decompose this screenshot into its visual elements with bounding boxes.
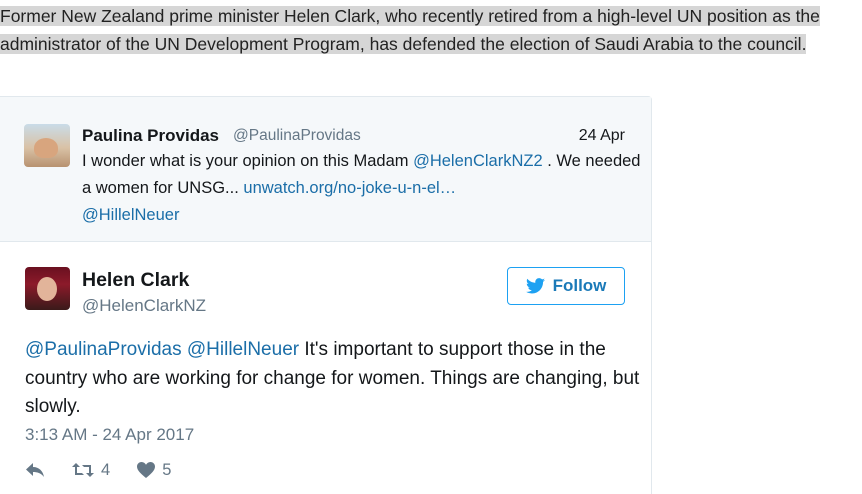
mention-link[interactable]: @HelenClarkNZ2 bbox=[413, 152, 543, 170]
follow-button[interactable]: Follow bbox=[507, 267, 625, 305]
tweet-actions: 4 5 bbox=[25, 459, 171, 481]
twitter-bird-icon bbox=[525, 278, 545, 294]
quoted-tweet-text: I wonder what is your opinion on this Ma… bbox=[82, 148, 642, 229]
author-name[interactable]: Helen Clark bbox=[82, 269, 189, 292]
follow-label: Follow bbox=[552, 276, 607, 295]
author-avatar[interactable] bbox=[25, 267, 70, 310]
mention-link[interactable]: @HillelNeuer bbox=[187, 339, 299, 360]
reply-button[interactable] bbox=[25, 462, 45, 478]
retweet-count: 4 bbox=[101, 460, 111, 479]
reply-icon bbox=[26, 463, 44, 477]
quoted-author-name[interactable]: Paulina Providas bbox=[82, 126, 219, 146]
quoted-tweet[interactable]: Paulina Providas @PaulinaProvidas 24 Apr… bbox=[0, 97, 651, 242]
mention-link[interactable]: @PaulinaProvidas bbox=[25, 339, 182, 360]
embedded-tweet: Paulina Providas @PaulinaProvidas 24 Apr… bbox=[0, 96, 652, 494]
author-handle[interactable]: @HelenClarkNZ bbox=[82, 296, 206, 316]
article-paragraph: Former New Zealand prime minister Helen … bbox=[0, 2, 862, 58]
quoted-author-handle[interactable]: @PaulinaProvidas bbox=[233, 127, 361, 145]
quoted-date[interactable]: 24 Apr bbox=[579, 127, 625, 145]
like-button[interactable]: 5 bbox=[136, 461, 171, 480]
quoted-avatar[interactable] bbox=[24, 124, 70, 167]
quoted-text-part: I wonder what is your opinion on this Ma… bbox=[82, 152, 414, 170]
retweet-icon bbox=[72, 463, 94, 477]
tweet-timestamp[interactable]: 3:13 AM - 24 Apr 2017 bbox=[25, 425, 194, 445]
mention-link[interactable]: @HillelNeuer bbox=[82, 206, 179, 224]
url-link[interactable]: unwatch.org/no-joke-u-n-el… bbox=[243, 179, 456, 197]
heart-icon bbox=[137, 462, 156, 478]
retweet-button[interactable]: 4 bbox=[71, 461, 110, 480]
article-paragraph-text: Former New Zealand prime minister Helen … bbox=[0, 6, 820, 54]
like-count: 5 bbox=[162, 460, 172, 479]
tweet-text: @PaulinaProvidas @HillelNeuer It's impor… bbox=[25, 336, 640, 422]
